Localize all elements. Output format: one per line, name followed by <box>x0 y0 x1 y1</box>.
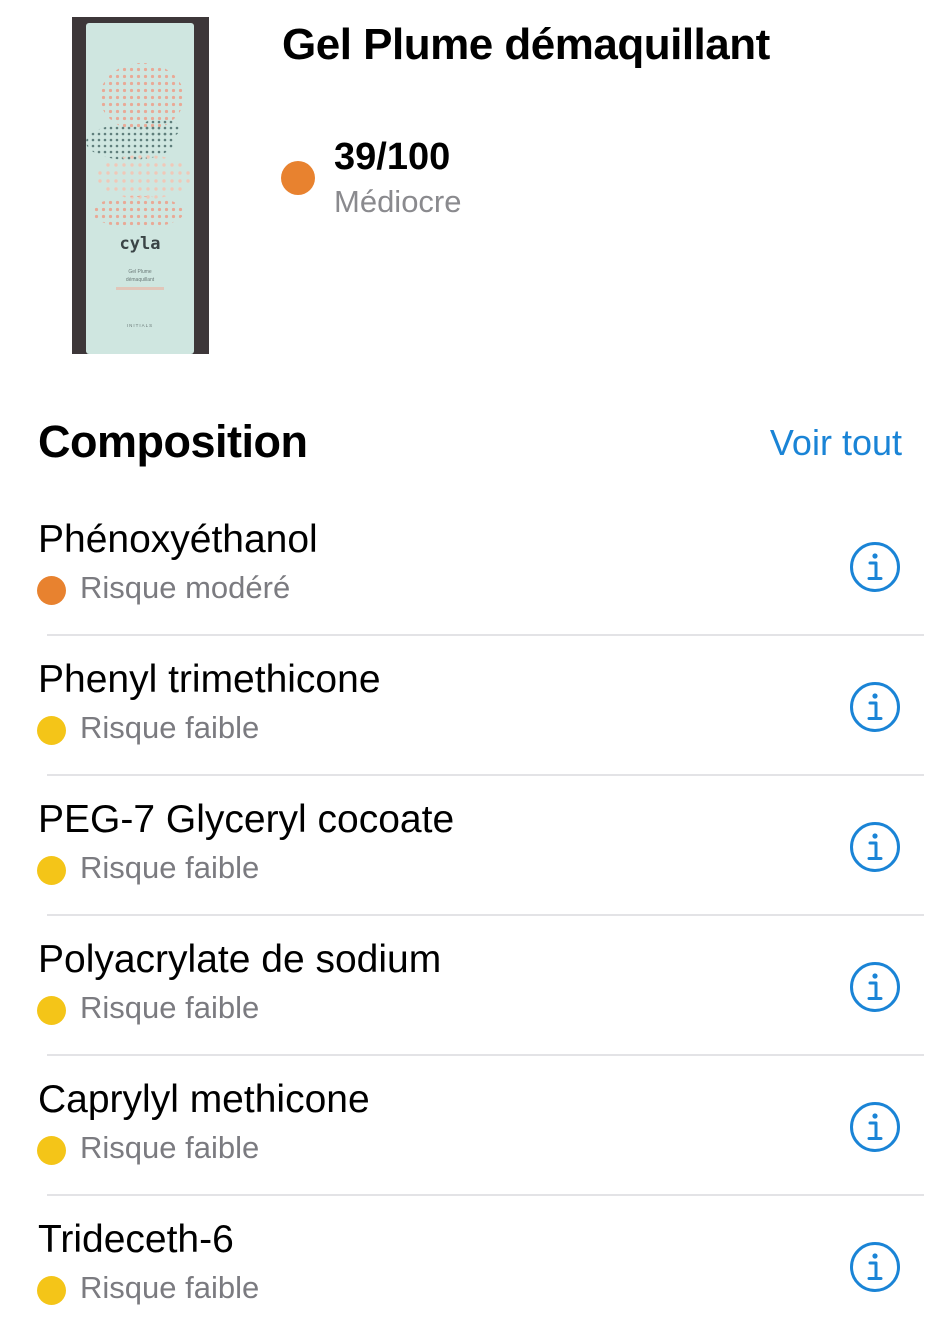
risk-label: Risque faible <box>80 1270 260 1305</box>
risk-dot-icon <box>37 856 66 885</box>
ingredient-name: PEG-7 Glyceryl cocoate <box>38 798 455 841</box>
risk-dot-icon <box>37 576 66 605</box>
score-value: 39/100 <box>334 136 451 178</box>
ingredient-name: Phénoxyéthanol <box>38 518 318 561</box>
score-dot-icon <box>281 161 315 195</box>
info-circle-icon[interactable] <box>849 1101 901 1153</box>
product-title: Gel Plume démaquillant <box>282 20 770 69</box>
product-image-footer: INITIALS <box>127 323 153 328</box>
info-circle-icon[interactable] <box>849 821 901 873</box>
ingredient-row[interactable]: Caprylyl methicone Risque faible <box>0 1056 942 1196</box>
risk-label: Risque faible <box>80 850 260 885</box>
risk-label: Risque faible <box>80 710 260 745</box>
product-image-line1: Gel Plume <box>128 269 152 275</box>
composition-title: Composition <box>38 416 308 467</box>
risk-dot-icon <box>37 1136 66 1165</box>
ingredient-name: Trideceth-6 <box>38 1218 234 1261</box>
risk-label: Risque modéré <box>80 570 291 605</box>
product-image: cyla Gel Plume démaquillant INITIALS <box>72 17 209 354</box>
ingredient-row[interactable]: Trideceth-6 Risque faible <box>0 1196 942 1336</box>
risk-label: Risque faible <box>80 1130 260 1165</box>
ingredient-name: Caprylyl methicone <box>38 1078 370 1121</box>
product-image-brand: cyla <box>120 234 161 254</box>
ingredient-name: Polyacrylate de sodium <box>38 938 442 981</box>
risk-label: Risque faible <box>80 990 260 1025</box>
ingredient-row[interactable]: Phenyl trimethicone Risque faible <box>0 636 942 776</box>
risk-dot-icon <box>37 716 66 745</box>
ingredient-name: Phenyl trimethicone <box>38 658 381 701</box>
info-circle-icon[interactable] <box>849 681 901 733</box>
info-circle-icon[interactable] <box>849 961 901 1013</box>
info-circle-icon[interactable] <box>849 541 901 593</box>
ingredient-row[interactable]: Polyacrylate de sodium Risque faible <box>0 916 942 1056</box>
score-label: Médiocre <box>334 184 462 219</box>
product-image-line2: démaquillant <box>126 277 155 283</box>
ingredient-row[interactable]: PEG-7 Glyceryl cocoate Risque faible <box>0 776 942 916</box>
see-all-link[interactable]: Voir tout <box>770 422 902 464</box>
ingredient-row[interactable]: Phénoxyéthanol Risque modéré <box>0 496 942 636</box>
risk-dot-icon <box>37 1276 66 1305</box>
ingredient-list: Phénoxyéthanol Risque modéré Phenyl trim… <box>0 496 942 1336</box>
risk-dot-icon <box>37 996 66 1025</box>
info-circle-icon[interactable] <box>849 1241 901 1293</box>
